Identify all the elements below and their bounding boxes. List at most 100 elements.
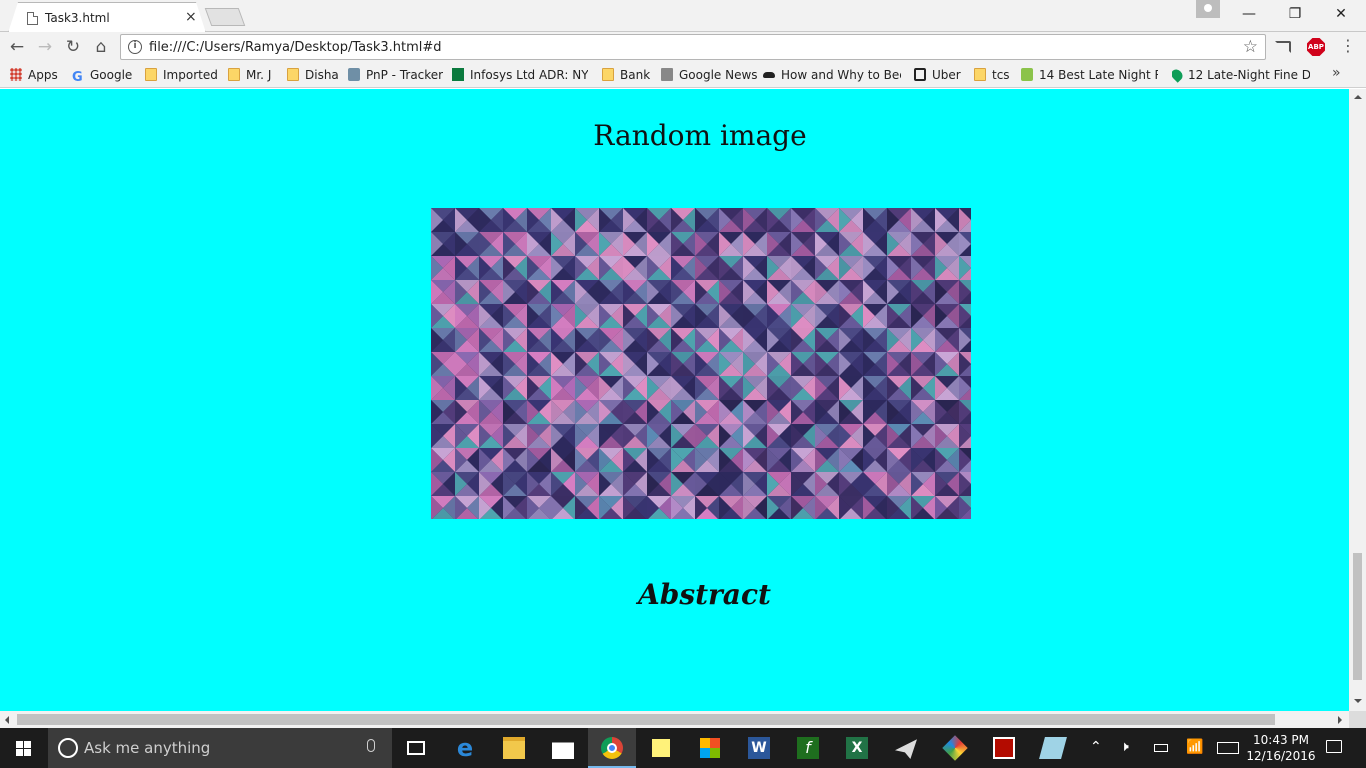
excel-button[interactable]: X bbox=[833, 728, 881, 768]
formula-button[interactable]: f bbox=[784, 728, 832, 768]
uber-icon bbox=[914, 68, 926, 81]
bookmark-how-and-why[interactable]: How and Why to Beco bbox=[763, 66, 901, 84]
close-window-button[interactable]: ✕ bbox=[1318, 4, 1364, 26]
bookmark-fine-dining[interactable]: 12 Late-Night Fine Di bbox=[1172, 66, 1310, 84]
map-pin-icon bbox=[1172, 67, 1185, 83]
abstract-image bbox=[431, 208, 971, 519]
vertical-scrollbar[interactable] bbox=[1349, 89, 1366, 711]
bookmark-infosys[interactable]: Infosys Ltd ADR: NYSE bbox=[452, 66, 588, 84]
clock[interactable]: 10:43 PM 12/16/2016 bbox=[1246, 732, 1316, 764]
cast-icon[interactable] bbox=[1275, 41, 1291, 53]
vertical-scroll-thumb[interactable] bbox=[1353, 553, 1362, 680]
show-hidden-icons-icon[interactable]: ⌃ bbox=[1090, 738, 1102, 756]
tab-task3[interactable]: Task3.html × bbox=[8, 2, 206, 33]
tata-icon bbox=[348, 68, 360, 81]
windows-taskbar: Ask me anything e W f X ⌃ 🕨 📶 10:43 PM 1… bbox=[0, 728, 1366, 768]
scroll-left-arrow-icon[interactable] bbox=[5, 716, 9, 724]
bookmark-google-news[interactable]: Google News bbox=[661, 66, 758, 84]
page-heading: Random image bbox=[593, 119, 807, 152]
bookmark-bank[interactable]: Bank bbox=[602, 66, 650, 84]
scroll-down-arrow-icon[interactable] bbox=[1354, 699, 1362, 703]
word-icon: W bbox=[748, 737, 770, 759]
edge-button[interactable]: e bbox=[441, 728, 489, 768]
sticky-notes-icon bbox=[652, 739, 670, 757]
wifi-icon[interactable]: 📶 bbox=[1186, 738, 1203, 756]
profile-icon[interactable] bbox=[1196, 0, 1220, 18]
start-button[interactable] bbox=[0, 728, 48, 768]
folder-icon bbox=[228, 68, 240, 81]
sticky-notes-button[interactable] bbox=[637, 728, 685, 768]
google-icon: G bbox=[72, 70, 83, 84]
task-view-icon bbox=[407, 741, 425, 755]
excel-icon: X bbox=[846, 737, 868, 759]
more-bookmarks-icon[interactable]: » bbox=[1332, 65, 1341, 81]
horizontal-scroll-thumb[interactable] bbox=[17, 714, 1275, 725]
bookmark-star-icon[interactable]: ☆ bbox=[1243, 37, 1258, 57]
action-center-icon[interactable] bbox=[1326, 740, 1342, 753]
file-explorer-button[interactable] bbox=[490, 728, 538, 768]
file-explorer-icon bbox=[503, 737, 525, 759]
folder-icon bbox=[602, 68, 614, 81]
scroll-right-arrow-icon[interactable] bbox=[1338, 716, 1342, 724]
keyboard-icon[interactable] bbox=[1217, 742, 1239, 754]
info-icon[interactable]: i bbox=[128, 40, 142, 54]
close-tab-icon[interactable]: × bbox=[185, 8, 197, 26]
address-bar[interactable]: i file:///C:/Users/Ramya/Desktop/Task3.h… bbox=[120, 34, 1266, 60]
windows-logo-icon bbox=[16, 741, 23, 748]
bookmark-google[interactable]: G Google bbox=[72, 66, 132, 84]
edge-icon: e bbox=[456, 734, 474, 762]
aircraft-button[interactable] bbox=[882, 728, 930, 768]
bookmark-mr-j[interactable]: Mr. J bbox=[228, 66, 271, 84]
news-icon bbox=[661, 68, 673, 81]
acrobat-button[interactable] bbox=[980, 728, 1028, 768]
browser-toolbar: ← → ↻ ⌂ i file:///C:/Users/Ramya/Desktop… bbox=[0, 32, 1366, 62]
chrome-icon bbox=[601, 737, 623, 759]
battery-icon[interactable] bbox=[1154, 744, 1168, 752]
forward-button[interactable]: → bbox=[34, 36, 56, 58]
horizontal-scrollbar[interactable] bbox=[0, 711, 1349, 728]
adblock-plus-icon[interactable]: ABP bbox=[1307, 38, 1325, 56]
word-button[interactable]: W bbox=[735, 728, 783, 768]
mustache-icon bbox=[763, 72, 775, 78]
back-button[interactable]: ← bbox=[6, 36, 28, 58]
task-view-button[interactable] bbox=[392, 728, 440, 768]
app-grid-button[interactable] bbox=[686, 728, 734, 768]
bookmark-disha[interactable]: Disha bbox=[287, 66, 339, 84]
volume-icon[interactable]: 🕨 bbox=[1120, 738, 1129, 756]
folder-icon bbox=[974, 68, 986, 81]
bookmark-imported[interactable]: Imported bbox=[145, 66, 218, 84]
store-icon bbox=[552, 742, 574, 759]
app-grid-icon bbox=[700, 738, 720, 758]
page-viewport: Random image Abstract bbox=[0, 89, 1349, 711]
screen: Task3.html × — ❐ ✕ ← → ↻ ⌂ i file:///C:/… bbox=[0, 0, 1366, 768]
book-icon bbox=[1039, 737, 1067, 759]
cortana-icon bbox=[58, 738, 78, 758]
bookmark-pnp-tracker[interactable]: PnP - Tracker bbox=[348, 66, 443, 84]
home-button[interactable]: ⌂ bbox=[90, 36, 112, 58]
new-tab-button[interactable] bbox=[204, 8, 246, 26]
menu-icon[interactable]: ⋮ bbox=[1340, 37, 1356, 55]
image-caption: Abstract bbox=[638, 578, 771, 611]
infosys-icon bbox=[452, 68, 464, 81]
reload-button[interactable]: ↻ bbox=[62, 36, 84, 58]
book-button[interactable] bbox=[1029, 728, 1077, 768]
bookmark-late-night[interactable]: 14 Best Late Night Re bbox=[1021, 66, 1158, 84]
bookmark-uber[interactable]: Uber bbox=[914, 66, 961, 84]
minimize-button[interactable]: — bbox=[1226, 4, 1272, 26]
store-button[interactable] bbox=[539, 728, 587, 768]
bookmark-tcs[interactable]: tcs bbox=[974, 66, 1010, 84]
scroll-up-arrow-icon[interactable] bbox=[1354, 95, 1362, 99]
acrobat-icon bbox=[993, 737, 1015, 759]
scrollbar-corner bbox=[1349, 711, 1366, 728]
restore-button[interactable]: ❐ bbox=[1272, 4, 1318, 26]
tab-title: Task3.html bbox=[45, 11, 110, 25]
medal-icon bbox=[1021, 68, 1033, 81]
url-text[interactable]: file:///C:/Users/Ramya/Desktop/Task3.htm… bbox=[149, 40, 442, 55]
microphone-icon[interactable] bbox=[367, 739, 375, 752]
search-placeholder: Ask me anything bbox=[84, 739, 211, 757]
formula-icon: f bbox=[797, 737, 819, 759]
cortana-search-box[interactable]: Ask me anything bbox=[48, 728, 392, 768]
bookmark-apps[interactable]: Apps bbox=[10, 66, 58, 84]
paint-button[interactable] bbox=[931, 728, 979, 768]
chrome-button[interactable] bbox=[588, 728, 636, 768]
